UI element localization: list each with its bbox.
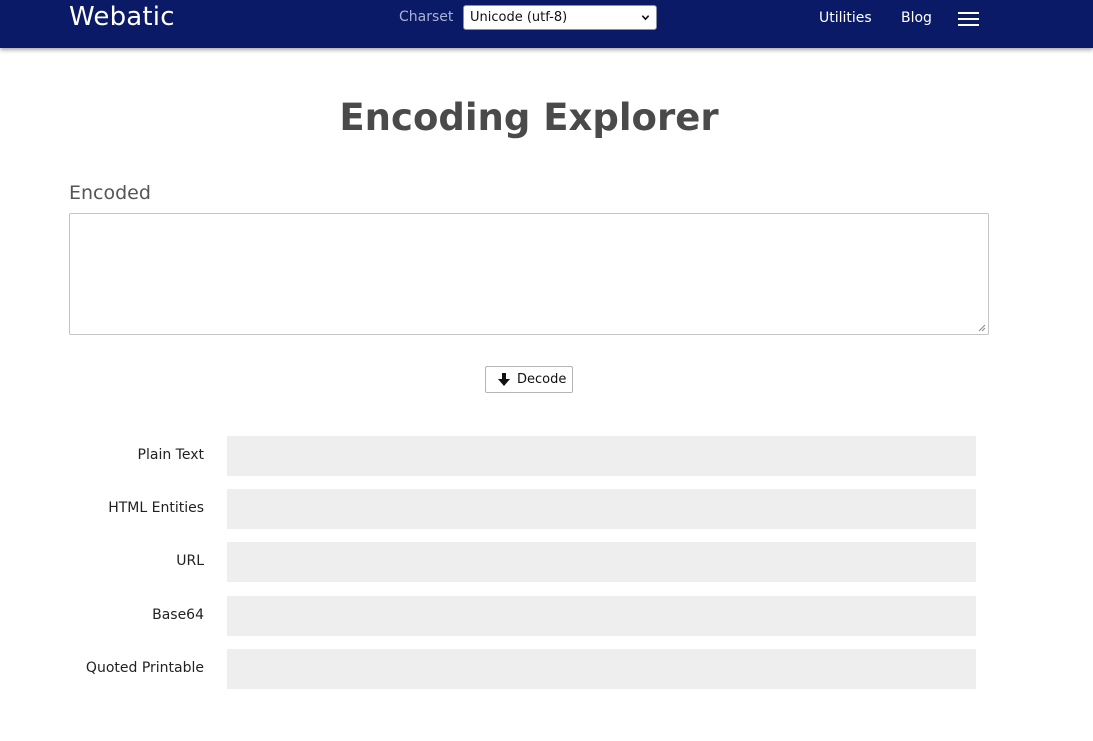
hamburger-menu-icon[interactable] [958, 11, 979, 27]
base64-label: Base64 [152, 607, 204, 623]
decode-button-label: Decode [517, 372, 567, 387]
page-title: Encoding Explorer [339, 96, 719, 139]
resize-grip-icon[interactable] [978, 324, 986, 332]
plain-text-label: Plain Text [137, 447, 204, 463]
url-label: URL [176, 553, 204, 569]
encoded-label: Encoded [69, 182, 151, 204]
nav-link-utilities[interactable]: Utilities [819, 10, 872, 26]
base64-output[interactable] [227, 596, 976, 636]
html-entities-output[interactable] [227, 489, 976, 529]
top-navbar: Webatic Charset Unicode (utf-8) Utilitie… [0, 0, 1093, 48]
chevron-down-icon [641, 15, 650, 21]
nav-link-blog[interactable]: Blog [901, 10, 932, 26]
plain-text-output[interactable] [227, 436, 976, 476]
url-output[interactable] [227, 542, 976, 582]
charset-select[interactable]: Unicode (utf-8) [463, 5, 657, 30]
brand-logo[interactable]: Webatic [69, 2, 175, 32]
html-entities-label: HTML Entities [108, 500, 204, 516]
quoted-printable-label: Quoted Printable [85, 660, 204, 676]
charset-selected-value: Unicode (utf-8) [470, 10, 568, 25]
charset-label: Charset [399, 9, 454, 25]
encoded-textarea[interactable] [69, 213, 989, 335]
decode-button[interactable]: Decode [485, 366, 573, 393]
arrow-down-icon [498, 372, 510, 386]
quoted-printable-output[interactable] [227, 649, 976, 689]
